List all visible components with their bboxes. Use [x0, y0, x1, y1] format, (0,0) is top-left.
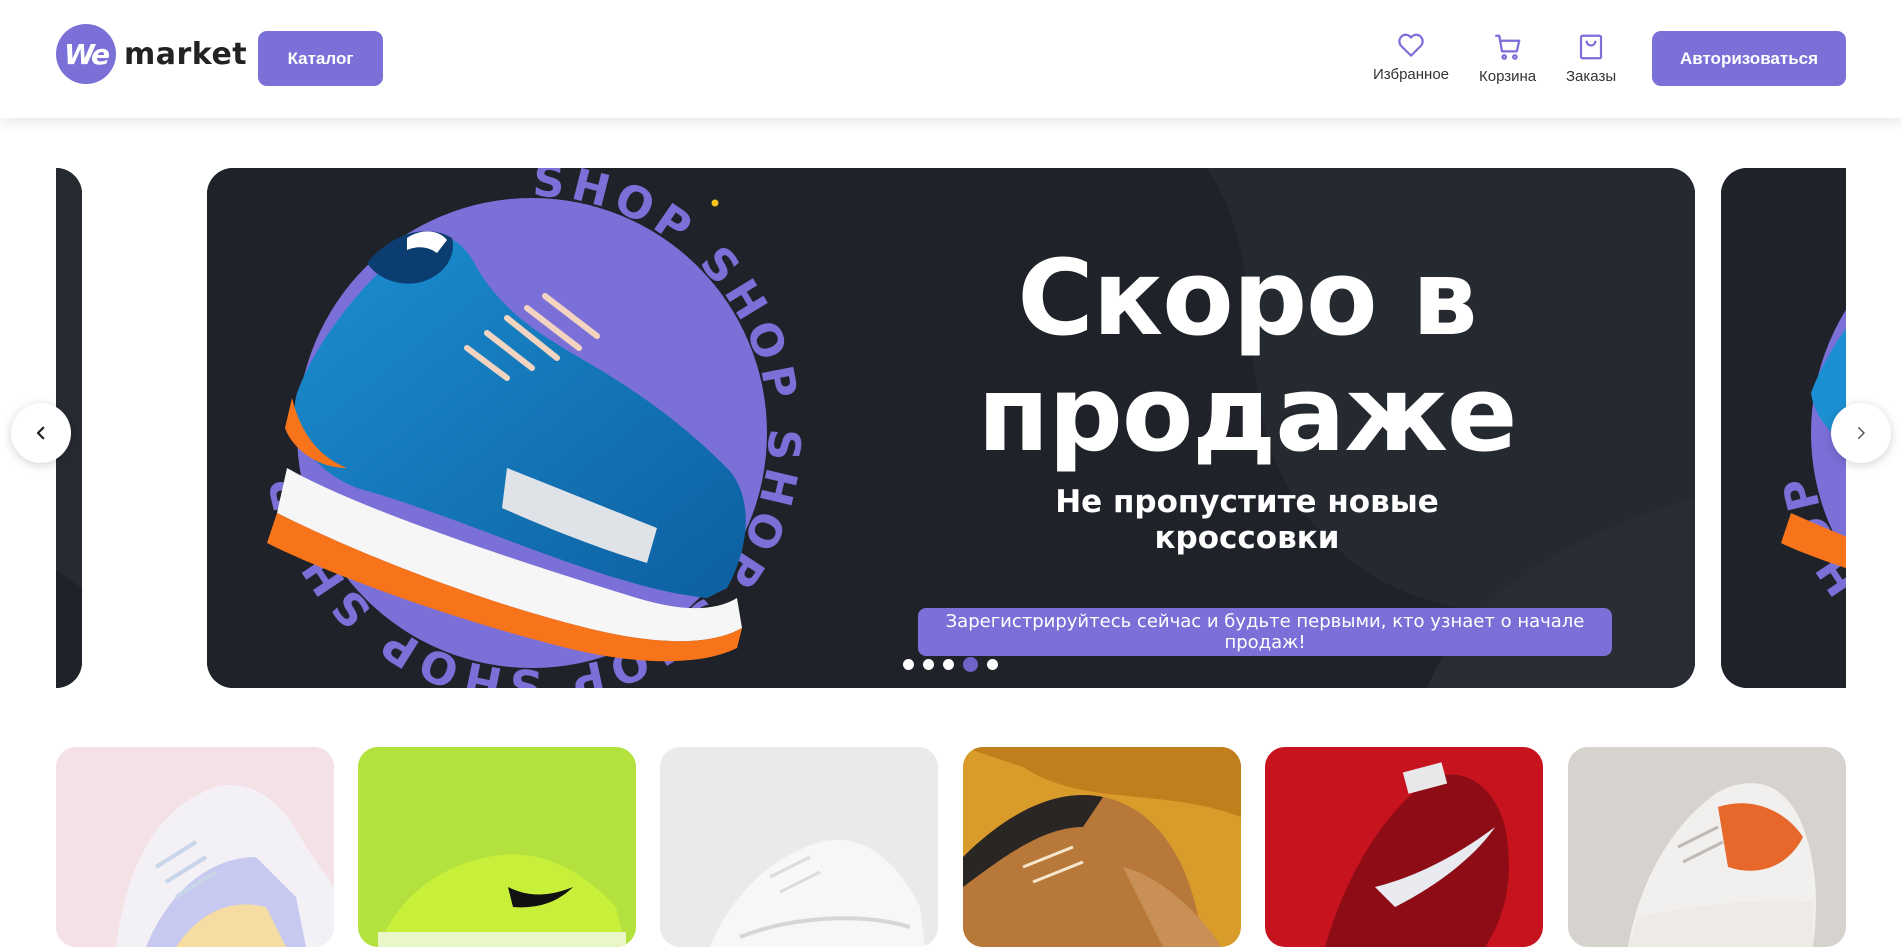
favorites-label: Избранное — [1373, 66, 1450, 83]
product-card-lime-sneaker[interactable] — [358, 747, 636, 947]
chevron-right-icon — [1858, 427, 1865, 439]
banner-background: SHOP SHOP SHOP SHOP SHOP SHOP — [1721, 168, 1846, 688]
product-card-orange-white-sneaker[interactable] — [1568, 747, 1846, 947]
product-card-pastel-sneaker[interactable] — [56, 747, 334, 947]
carousel-pagination — [903, 657, 998, 672]
product-card-brown-sneaker[interactable] — [963, 747, 1241, 947]
login-button[interactable]: Авторизоваться — [1652, 31, 1846, 86]
carousel-prev-button[interactable] — [11, 403, 71, 463]
product-image — [1568, 747, 1846, 947]
product-image — [358, 747, 636, 947]
orders-link[interactable]: Заказы — [1566, 32, 1616, 85]
carousel-dot-3[interactable] — [943, 659, 954, 670]
favorites-link[interactable]: Избранное — [1373, 30, 1449, 83]
carousel-dot-1[interactable] — [903, 659, 914, 670]
cart-label: Корзина — [1479, 68, 1537, 85]
logo-mark: We — [56, 24, 116, 84]
banner-title: Скоро в продаже — [967, 240, 1527, 472]
carousel-next-button[interactable] — [1831, 403, 1891, 463]
carousel-slide-next[interactable]: SHOP SHOP SHOP SHOP SHOP SHOP — [1721, 168, 1846, 688]
product-card-red-nike-sneaker[interactable] — [1265, 747, 1543, 947]
carousel-dot-2[interactable] — [923, 659, 934, 670]
site-header: We market Каталог Избранное Корзина Зака… — [0, 0, 1902, 118]
product-image — [660, 747, 938, 947]
logo-text: market — [124, 36, 248, 72]
register-cta-button[interactable]: Зарегистрируйтесь сейчас и будьте первым… — [918, 608, 1612, 656]
product-image — [1265, 747, 1543, 947]
banner-title-line1: Скоро в — [1017, 237, 1477, 359]
product-image — [56, 747, 334, 947]
cart-link[interactable]: Корзина — [1479, 32, 1536, 85]
promo-carousel: ж! SHOP SHOP SHOP SHOP SHOP SHOP — [56, 168, 1846, 688]
product-image — [963, 747, 1241, 947]
cart-icon — [1494, 34, 1520, 60]
chevron-left-icon — [36, 426, 45, 440]
carousel-dot-5[interactable] — [987, 659, 998, 670]
banner-subtitle: Не пропустите новые кроссовки — [1055, 484, 1439, 556]
carousel-slide-active[interactable]: SHOP SHOP SHOP SHOP SHOP SHOP Скоро в пр… — [207, 168, 1695, 688]
orders-label: Заказы — [1566, 68, 1617, 85]
product-card-white-sneaker[interactable] — [660, 747, 938, 947]
logo[interactable]: We market — [56, 24, 247, 84]
shopping-bag-icon — [1579, 34, 1603, 60]
catalog-button[interactable]: Каталог — [258, 31, 383, 86]
heart-icon — [1398, 33, 1424, 57]
banner-title-line2: продаже — [977, 353, 1518, 475]
carousel-dot-4-active[interactable] — [963, 657, 978, 672]
